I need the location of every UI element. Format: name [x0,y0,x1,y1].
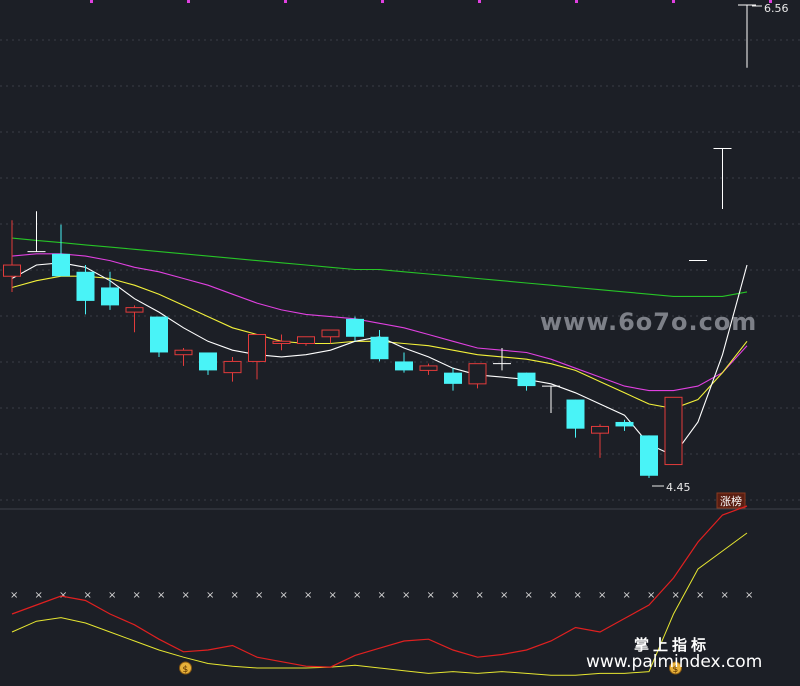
signal-cross: × [525,590,533,601]
candle-body [125,307,144,313]
candle-body [199,352,217,371]
signal-cross: × [672,590,680,601]
signal-cross: × [500,590,508,601]
top-tick [381,0,384,3]
signal-cross: × [157,590,165,601]
signal-cross: × [206,590,214,601]
signal-cross: × [574,590,582,601]
signal-cross: × [35,590,43,601]
candle-body [615,421,634,427]
candle-body [419,365,438,371]
signal-cross: × [329,590,337,601]
signal-cross: × [427,590,435,601]
top-tick [672,0,675,3]
signal-cross: × [231,590,239,601]
candle [664,396,683,466]
signal-cross: × [476,590,484,601]
signal-cross: × [745,590,753,601]
signal-cross: × [598,590,606,601]
candle-body [591,425,609,434]
signal-cross: × [84,590,92,601]
candle-body [3,264,21,277]
candle-body [321,329,340,338]
watermark-site: www.6o7o.com [540,308,757,336]
signal-cross: × [696,590,704,601]
candle-body [248,334,266,362]
candle-body [297,336,315,344]
top-tick [478,0,481,3]
candle-body [444,372,462,384]
badge[interactable]: 涨榜 [716,492,746,509]
signal-cross: × [255,590,263,601]
signal-cross: × [378,590,386,601]
signal-cross: × [108,590,116,601]
signal-cross: × [451,590,459,601]
high-price-label: 6.56 [764,2,789,15]
candle-body [370,336,389,360]
watermark-palmindex: www.palmindex.com [586,652,762,672]
signal-cross: × [10,590,18,601]
candle-body [101,287,119,306]
candle-body [468,363,487,385]
stock-chart: www.6o7o.com 6.56 4.45 涨榜 × × × × × × × × × × × × × ×… [0,0,800,686]
money-bag-icon-glyph: $ [183,665,189,675]
badge-label: 涨榜 [720,494,742,508]
candle-body [223,360,242,374]
candle-body [174,349,193,356]
top-tick [90,0,93,3]
candle-body [150,316,168,353]
candle-body [640,435,658,476]
candle-body [346,318,364,337]
signal-cross: × [304,590,312,601]
signal-cross: × [59,590,67,601]
candle-body [272,340,291,344]
signal-cross: × [549,590,557,601]
watermark-6o7o: www.6o7o.com [540,308,757,336]
candle-body [52,253,70,277]
candle-body [76,271,95,301]
top-tick [284,0,287,3]
candle-body [395,361,413,371]
signal-cross: × [182,590,190,601]
candle [640,435,658,478]
candle-body [664,396,683,466]
top-tick [575,0,578,3]
signal-cross: × [623,590,631,601]
signal-cross: × [353,590,361,601]
signal-cross: × [402,590,410,601]
low-price-label: 4.45 [666,481,691,494]
candle-body [517,372,536,387]
candle [150,316,168,357]
signal-cross: × [721,590,729,601]
candle-body [566,399,585,429]
top-tick [187,0,190,3]
signal-cross: × [280,590,288,601]
signal-cross: × [133,590,141,601]
